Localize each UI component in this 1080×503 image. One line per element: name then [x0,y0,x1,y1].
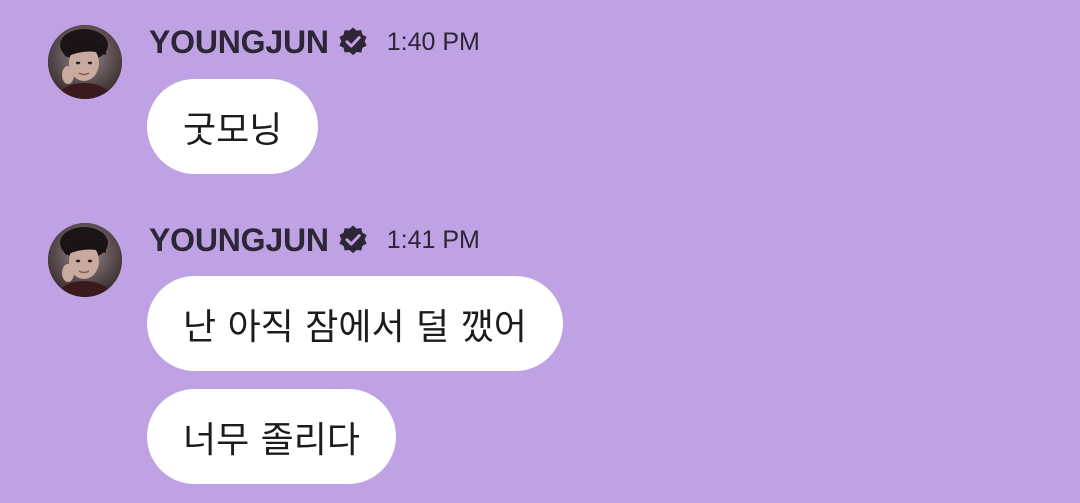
chat-thread: YOUNGJUN 1:40 PM 굿모닝 YOUNGJUN 1:41 PM 난 … [0,0,1080,503]
message-bubble[interactable]: 굿모닝 [147,79,319,174]
avatar-photo [48,223,122,297]
message-text: 너무 졸리다 [183,419,361,461]
message-text: 난 아직 잠에서 덜 깼어 [183,306,527,348]
avatar-photo [48,25,122,99]
sender-avatar[interactable] [48,25,122,99]
verified-badge-icon [337,224,369,256]
sender-name[interactable]: YOUNGJUN [149,222,329,259]
message-time: 1:40 PM [386,27,480,56]
message-header: YOUNGJUN 1:40 PM [149,22,480,62]
sender-name[interactable]: YOUNGJUN [149,24,329,61]
sender-avatar[interactable] [48,223,122,297]
message-time: 1:41 PM [386,225,480,254]
message-text: 굿모닝 [183,109,283,151]
message-bubble[interactable]: 난 아직 잠에서 덜 깼어 [147,276,563,371]
message-header: YOUNGJUN 1:41 PM [149,220,480,260]
verified-badge-icon [337,26,369,58]
message-bubble[interactable]: 너무 졸리다 [147,389,397,484]
